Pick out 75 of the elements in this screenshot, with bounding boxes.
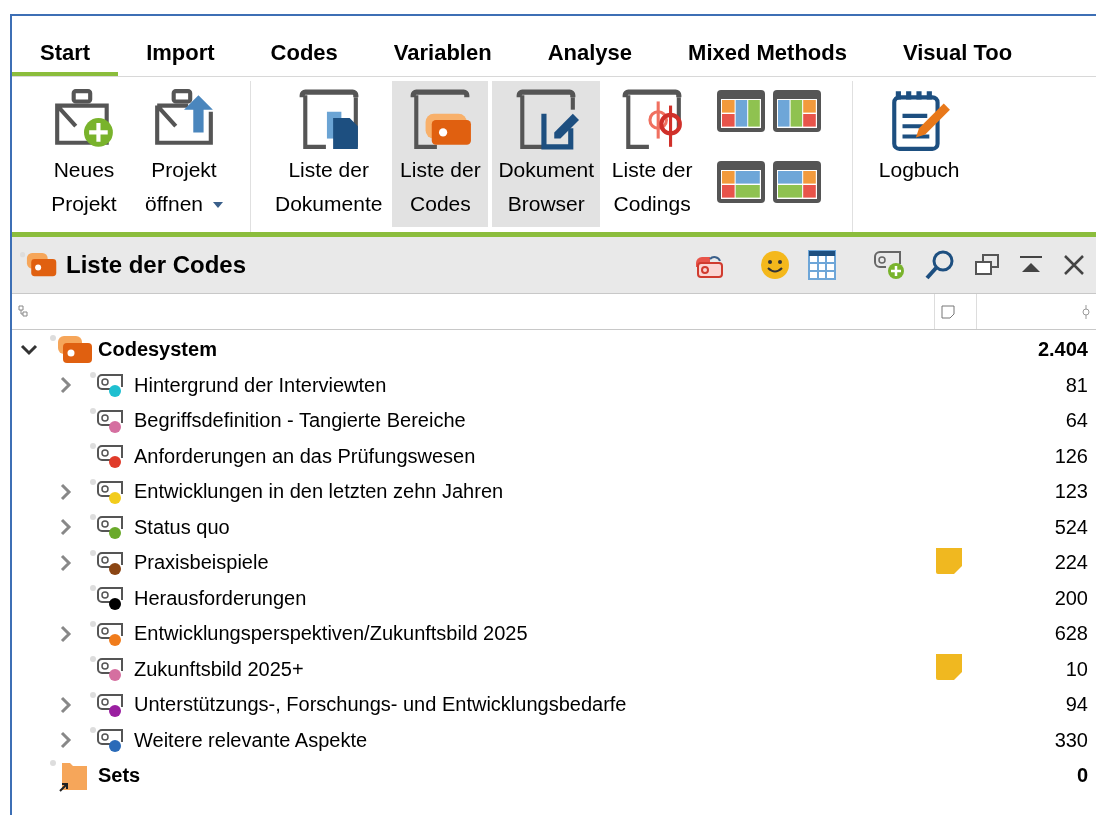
code-label[interactable]: Entwicklungsperspektiven/Zukunftsbild 2025: [134, 622, 528, 646]
tree-item-label[interactable]: Codesystem: [98, 338, 217, 362]
coding-count: 2.404: [1037, 338, 1089, 362]
tree-item-label[interactable]: Sets: [98, 764, 141, 788]
code-row[interactable]: Weitere relevante Aspekte 330: [12, 722, 1096, 758]
code-label[interactable]: Zukunftsbild 2025+: [134, 657, 304, 681]
memo-column-icon[interactable]: [941, 304, 955, 319]
caret-icon[interactable]: [213, 202, 223, 209]
ribbon-tab[interactable]: Start: [12, 40, 119, 76]
code-row[interactable]: Unterstützungs-, Forschungs- und Entwicklungsbedarfe 94: [12, 687, 1096, 723]
code-label[interactable]: Hintergrund der Interviewten: [134, 373, 387, 397]
panel-codes-icon: [20, 251, 58, 279]
code-row[interactable]: Anforderungen an das Prüfungswesen 126: [12, 438, 1096, 474]
code-label[interactable]: Entwicklungen in den letzten zehn Jahren: [134, 480, 504, 504]
code-row[interactable]: Herausforderungen 200: [12, 580, 1096, 616]
layout-icon[interactable]: [772, 89, 823, 133]
chevron-down-icon[interactable]: [20, 343, 38, 356]
code-row[interactable]: Zukunftsbild 2025+ 10: [12, 651, 1096, 687]
coding-count: 10: [1065, 657, 1089, 681]
ribbon-button[interactable]: Liste der Codes: [392, 81, 489, 227]
chevron-right-icon[interactable]: [60, 376, 72, 395]
layout-icon[interactable]: [716, 159, 767, 204]
chevron-right-icon[interactable]: [60, 553, 72, 572]
code-row[interactable]: Entwicklungsperspektiven/Zukunftsbild 2025 628: [12, 616, 1096, 652]
chevron-right-icon[interactable]: [60, 482, 72, 501]
code-label[interactable]: Unterstützungs-, Forschungs- und Entwicklungsbedarfe: [134, 693, 627, 717]
coding-count: 0: [1076, 764, 1089, 788]
smiley-icon[interactable]: [760, 250, 790, 280]
code-row[interactable]: Praxisbeispiele 224: [12, 545, 1096, 581]
ribbon-button[interactable]: Dokument Browser: [492, 81, 601, 227]
chevron-right-icon[interactable]: [60, 518, 72, 537]
coding-count: 94: [1065, 693, 1089, 717]
coding-count: 126: [1054, 444, 1089, 468]
code-label[interactable]: Begriffsdefinition - Tangierte Bereiche: [134, 409, 466, 433]
close-icon[interactable]: [1062, 253, 1086, 277]
ribbon-tab[interactable]: Visual Too: [874, 40, 1041, 76]
coding-count: 330: [1054, 728, 1089, 752]
table-icon[interactable]: [808, 250, 836, 280]
coding-count: 64: [1065, 409, 1089, 433]
ribbon-tab[interactable]: Variablen: [365, 40, 520, 76]
ribbon-button[interactable]: Logbuch: [871, 81, 968, 227]
chevron-right-icon[interactable]: [60, 624, 72, 643]
code-label[interactable]: Status quo: [134, 515, 230, 539]
new-code-icon[interactable]: [872, 250, 906, 280]
ribbon-tab[interactable]: Import: [118, 40, 243, 76]
code-label[interactable]: Weitere relevante Aspekte: [134, 728, 368, 752]
code-row[interactable]: Entwicklungen in den letzten zehn Jahren 123: [12, 474, 1096, 510]
layout-icon[interactable]: [716, 89, 767, 133]
ribbon-tab[interactable]: Mixed Methods: [660, 40, 875, 76]
codings-column-icon[interactable]: [1082, 304, 1090, 319]
ribbon-button[interactable]: Liste der Dokumente: [269, 81, 389, 227]
ribbon-button[interactable]: Liste der Codings: [604, 81, 701, 227]
coding-count: 81: [1065, 373, 1089, 397]
ribbon-tab[interactable]: Analyse: [519, 40, 661, 76]
coding-count: 200: [1054, 586, 1089, 610]
code-row[interactable]: Begriffsdefinition - Tangierte Bereiche 64: [12, 403, 1096, 439]
ribbon-button[interactable]: Neues Projekt: [36, 81, 132, 227]
ribbon-tab[interactable]: Codes: [242, 40, 366, 76]
search-icon[interactable]: [924, 249, 956, 281]
code-row[interactable]: Hintergrund der Interviewten 81: [12, 367, 1096, 403]
codes-icon: [50, 333, 94, 366]
coding-count: 123: [1054, 480, 1089, 504]
code-label[interactable]: Praxisbeispiele: [134, 551, 269, 575]
chevron-right-icon[interactable]: [60, 731, 72, 750]
coding-count: 524: [1054, 515, 1089, 539]
code-row[interactable]: Status quo 524: [12, 509, 1096, 545]
undock-icon[interactable]: [974, 253, 1000, 277]
ribbon-button[interactable]: Projekt öffnen: [136, 81, 232, 227]
layout-icon[interactable]: [772, 159, 823, 204]
code-label[interactable]: Anforderungen an das Prüfungswesen: [134, 444, 476, 468]
coding-count: 224: [1054, 551, 1089, 575]
code-label[interactable]: Herausforderungen: [134, 586, 307, 610]
panel-title: Liste der Codes: [66, 251, 248, 279]
coding-count: 628: [1054, 622, 1089, 646]
chevron-right-icon[interactable]: [60, 695, 72, 714]
